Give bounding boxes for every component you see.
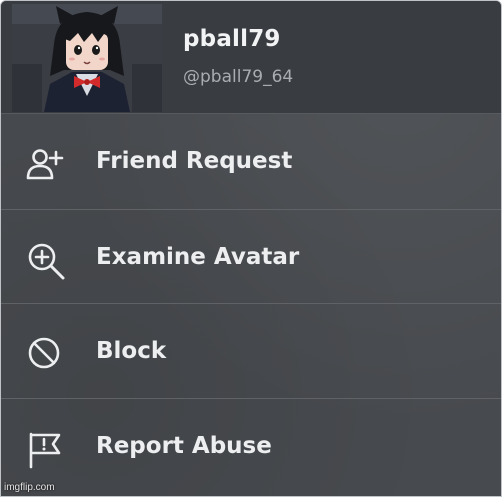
examine-avatar-item[interactable]: Examine Avatar bbox=[1, 210, 501, 304]
block-item[interactable]: Block bbox=[1, 304, 501, 398]
magnify-plus-icon bbox=[25, 240, 67, 282]
report-abuse-item[interactable]: Report Abuse bbox=[1, 399, 501, 493]
profile-header: pball79 @pball79_64 bbox=[1, 1, 501, 114]
friend-request-label: Friend Request bbox=[96, 148, 293, 174]
flag-icon bbox=[25, 429, 67, 471]
watermark: imgflip.com bbox=[4, 482, 55, 493]
report-abuse-label: Report Abuse bbox=[96, 433, 272, 459]
avatar[interactable] bbox=[12, 4, 162, 112]
player-context-menu: pball79 @pball79_64 Friend Request Exami… bbox=[0, 0, 502, 497]
display-name: pball79 bbox=[183, 26, 281, 52]
block-label: Block bbox=[96, 338, 167, 364]
examine-avatar-label: Examine Avatar bbox=[96, 244, 300, 270]
avatar-image bbox=[12, 4, 162, 112]
username: @pball79_64 bbox=[183, 67, 294, 87]
friend-request-item[interactable]: Friend Request bbox=[1, 114, 501, 208]
block-icon bbox=[25, 334, 67, 376]
add-friend-icon bbox=[25, 144, 67, 186]
